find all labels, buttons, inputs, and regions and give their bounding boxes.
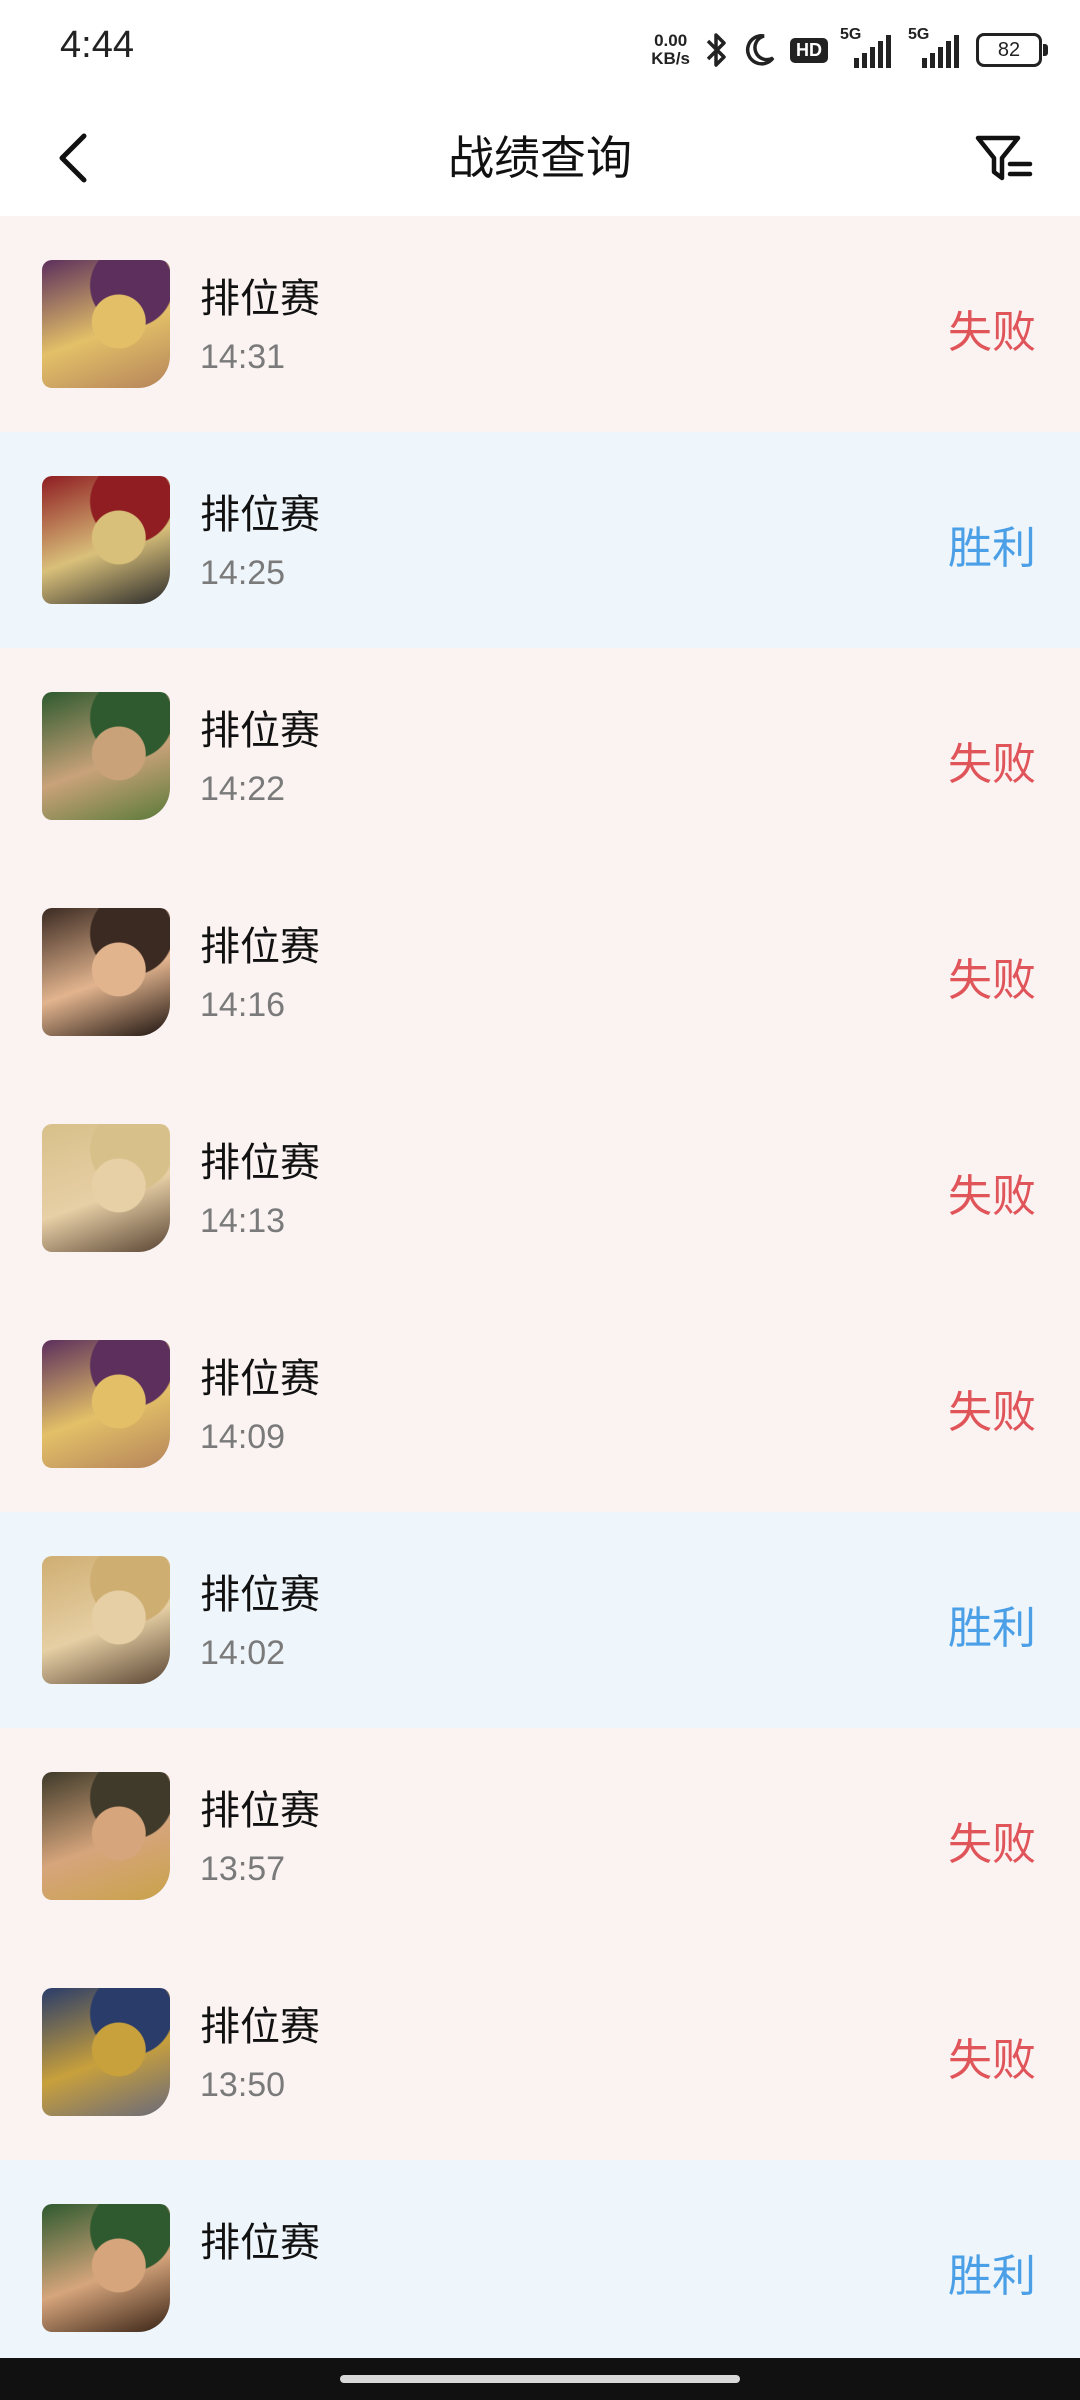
status-bar: 4:44 0.00 KB/s HD 5G 5G 82 bbox=[0, 0, 1080, 100]
match-mode: 排位赛 bbox=[200, 2220, 320, 2266]
match-mode: 排位赛 bbox=[200, 1788, 320, 1834]
hero-avatar bbox=[42, 1772, 170, 1900]
match-mode: 排位赛 bbox=[200, 708, 320, 754]
match-result: 失败 bbox=[948, 1171, 1036, 1222]
match-list: 排位赛14:39失败排位赛14:31失败排位赛14:25胜利排位赛14:22失败… bbox=[0, 0, 1080, 2400]
match-time: 14:02 bbox=[200, 1634, 286, 1672]
match-row[interactable]: 排位赛 14:25 胜利 bbox=[0, 432, 1080, 648]
signal-bars-icon bbox=[922, 35, 959, 68]
match-row[interactable]: 排位赛 13:57 失败 bbox=[0, 1728, 1080, 1944]
match-mode: 排位赛 bbox=[200, 924, 320, 970]
match-time: 14:09 bbox=[200, 1418, 286, 1456]
hero-avatar bbox=[42, 1556, 170, 1684]
match-row[interactable]: 排位赛 14:13 失败 bbox=[0, 1080, 1080, 1296]
home-gesture-handle[interactable] bbox=[340, 2375, 740, 2383]
status-icons: 0.00 KB/s HD 5G 5G 82 bbox=[651, 24, 1048, 76]
signal-sim1: 5G bbox=[840, 26, 896, 70]
match-mode: 排位赛 bbox=[200, 1356, 320, 1402]
network-speed: 0.00 KB/s bbox=[651, 32, 690, 68]
match-result: 失败 bbox=[948, 955, 1036, 1006]
match-time: 13:57 bbox=[200, 1850, 286, 1888]
match-result: 胜利 bbox=[948, 1603, 1036, 1654]
network-speed-value: 0.00 bbox=[654, 31, 688, 50]
match-time: 14:16 bbox=[200, 986, 286, 1024]
signal-sim2: 5G bbox=[908, 26, 964, 70]
match-row[interactable]: 排位赛 14:16 失败 bbox=[0, 864, 1080, 1080]
match-result: 失败 bbox=[948, 1387, 1036, 1438]
match-row[interactable]: 排位赛 14:22 失败 bbox=[0, 648, 1080, 864]
match-time: 13:50 bbox=[200, 2066, 286, 2104]
network-speed-unit: KB/s bbox=[651, 49, 690, 68]
system-nav-bar bbox=[0, 2358, 1080, 2400]
hero-avatar bbox=[42, 1988, 170, 2116]
match-result: 失败 bbox=[948, 307, 1036, 358]
match-result: 失败 bbox=[948, 739, 1036, 790]
hero-avatar bbox=[42, 908, 170, 1036]
signal-bars-icon bbox=[854, 35, 891, 68]
match-time: 14:25 bbox=[200, 554, 286, 592]
match-row[interactable]: 排位赛 14:31 失败 bbox=[0, 216, 1080, 432]
hero-avatar bbox=[42, 692, 170, 820]
filter-button[interactable] bbox=[968, 122, 1040, 194]
match-mode: 排位赛 bbox=[200, 1140, 320, 1186]
hero-avatar bbox=[42, 1340, 170, 1468]
match-mode: 排位赛 bbox=[200, 1572, 320, 1618]
match-result: 胜利 bbox=[948, 523, 1036, 574]
hd-voice-badge: HD bbox=[790, 37, 828, 63]
moon-icon bbox=[745, 34, 775, 66]
match-result: 失败 bbox=[948, 2035, 1036, 2086]
status-time: 4:44 bbox=[60, 24, 134, 66]
match-row[interactable]: 排位赛 13:50 失败 bbox=[0, 1944, 1080, 2160]
match-time: 14:13 bbox=[200, 1202, 286, 1240]
match-row[interactable]: 排位赛 14:02 胜利 bbox=[0, 1512, 1080, 1728]
match-mode: 排位赛 bbox=[200, 276, 320, 322]
match-row[interactable]: 排位赛胜利 bbox=[0, 2160, 1080, 2376]
match-mode: 排位赛 bbox=[200, 492, 320, 538]
match-result: 胜利 bbox=[948, 2251, 1036, 2302]
battery-indicator: 82 bbox=[976, 33, 1048, 67]
match-row[interactable]: 排位赛 14:09 失败 bbox=[0, 1296, 1080, 1512]
app-header: 战绩查询 bbox=[0, 100, 1080, 216]
hero-avatar bbox=[42, 1124, 170, 1252]
match-result: 失败 bbox=[948, 1819, 1036, 1870]
hero-avatar bbox=[42, 260, 170, 388]
page-title: 战绩查询 bbox=[448, 131, 632, 185]
bluetooth-icon bbox=[706, 33, 726, 67]
hero-avatar bbox=[42, 476, 170, 604]
match-time: 14:31 bbox=[200, 338, 286, 376]
filter-icon bbox=[975, 135, 1033, 181]
match-time: 14:22 bbox=[200, 770, 286, 808]
match-mode: 排位赛 bbox=[200, 2004, 320, 2050]
hero-avatar bbox=[42, 2204, 170, 2332]
